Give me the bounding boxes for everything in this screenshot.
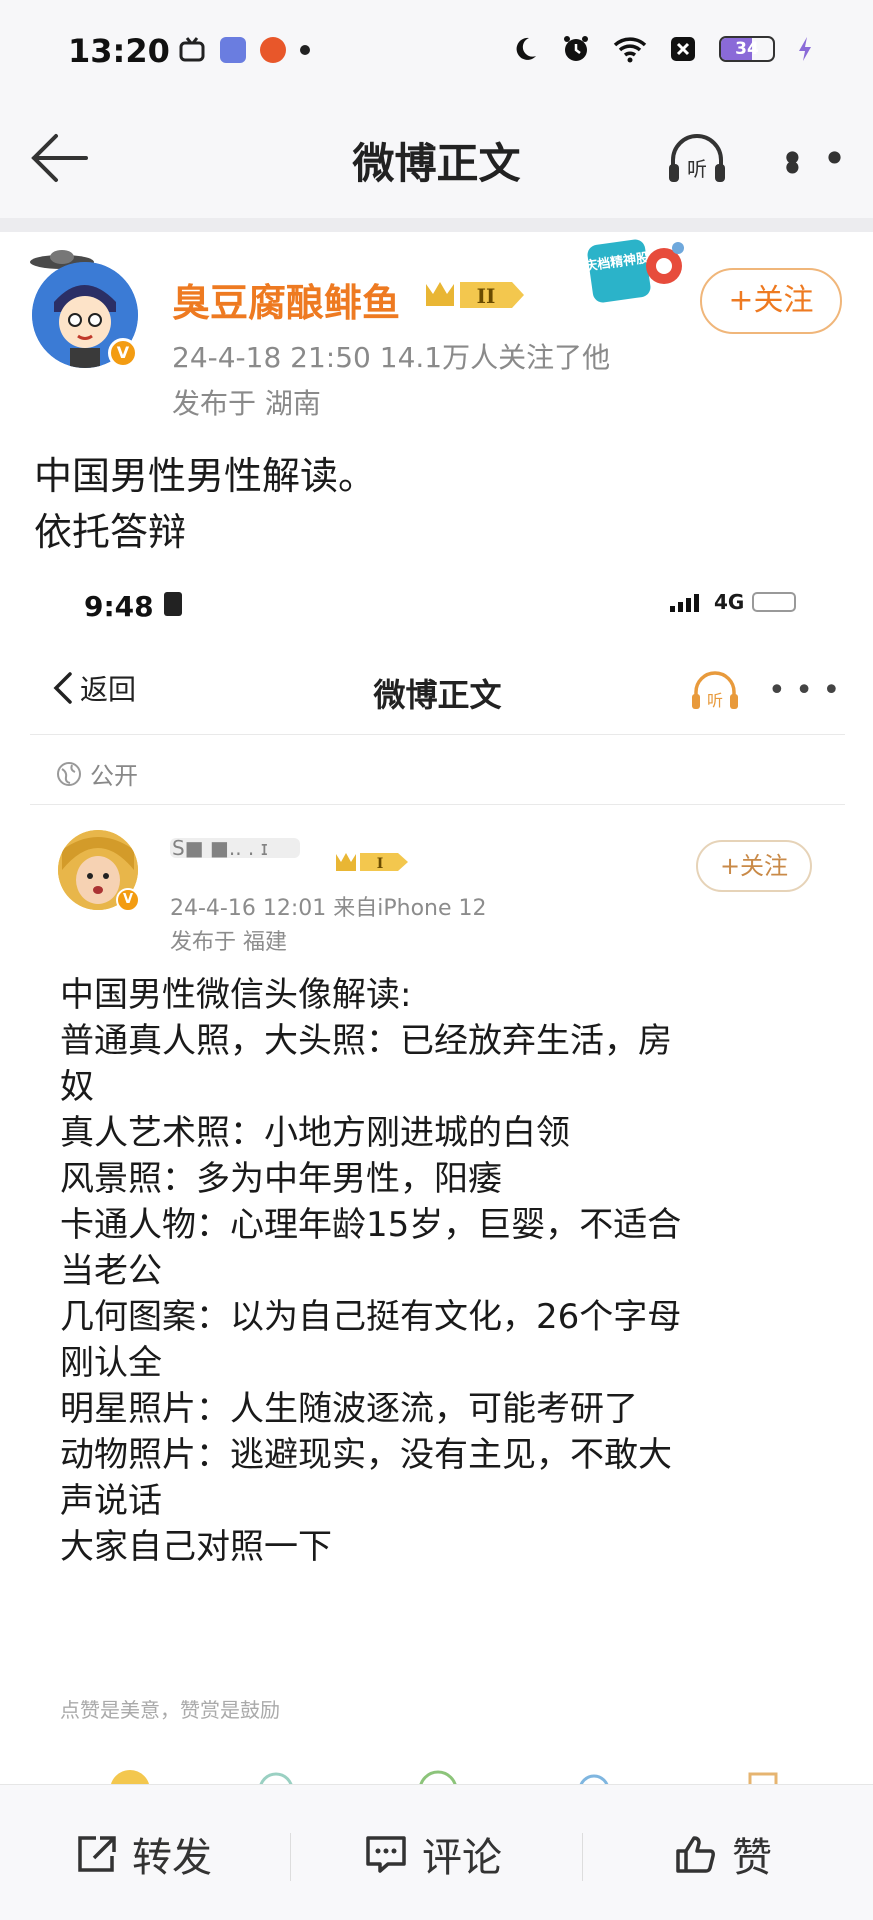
top-nav: 微博正文 听 • • • <box>0 100 873 218</box>
embedded-battery-icon <box>752 592 797 612</box>
body-line: 声说话 <box>60 1481 162 1521</box>
sim-icon <box>164 592 182 616</box>
like-label: 赞 <box>732 1835 772 1881</box>
notification-icons <box>178 36 310 64</box>
battery-level: 34 <box>735 39 759 59</box>
status-time: 13:20 <box>68 32 170 70</box>
network-type: 4G <box>714 590 745 614</box>
embedded-listen-icon[interactable]: 听 <box>690 668 740 714</box>
body-line: 奴 <box>60 1067 94 1107</box>
member-crown-icon[interactable]: II <box>424 278 526 312</box>
divider <box>0 218 873 232</box>
blurred-author-text: S■ ■.. . ɪ <box>172 836 268 860</box>
sticker-app-icon <box>220 37 246 63</box>
body-line: 卡通人物：心理年龄15岁，巨婴，不适合 <box>60 1205 682 1245</box>
repost-button[interactable]: 转发 <box>74 1825 212 1883</box>
body-line: 动物照片：逃避现实，没有主见，不敢大 <box>60 1435 672 1475</box>
globe-icon <box>57 761 81 786</box>
embedded-post-meta: 24-4-16 12:01 来自iPhone 12 <box>170 896 487 921</box>
embedded-listen-label: 听 <box>707 691 723 710</box>
action-separator <box>290 1833 291 1881</box>
repost-icon <box>78 1836 116 1872</box>
body-line: 风景照：多为中年男性，阳痿 <box>60 1159 502 1199</box>
embedded-follow-button[interactable]: +关注 <box>696 840 812 892</box>
post-text: 中国男性男性解读。 依托答辩 <box>34 448 376 560</box>
embedded-divider <box>30 734 845 735</box>
comment-icon <box>366 1836 406 1873</box>
embedded-divider <box>30 804 845 805</box>
body-line: 中国男性微信头像解读: <box>60 975 412 1015</box>
comment-label: 评论 <box>422 1835 502 1881</box>
body-line: 当老公 <box>60 1251 162 1291</box>
blurred-author-name[interactable]: S■ ■.. . ɪ <box>170 834 300 860</box>
repost-label: 转发 <box>132 1835 212 1881</box>
embedded-post-body: 中国男性微信头像解读: 普通真人照，大头照：已经放弃生活，房 奴 真人艺术照：小… <box>60 972 820 1570</box>
battery-icon: 34 <box>719 36 775 62</box>
more-options-icon[interactable]: • • • <box>780 138 873 190</box>
action-separator <box>582 1833 583 1881</box>
signal-icon <box>670 594 699 612</box>
verified-badge: V <box>108 338 138 368</box>
visibility-public: 公开 <box>56 756 138 791</box>
body-line: 普通真人照，大头照：已经放弃生活，房 <box>60 1021 672 1061</box>
charging-icon <box>799 37 811 61</box>
alarm-icon <box>564 36 588 61</box>
weibo-post-page: 13:20 34 微博正文 听 • • • V 臭豆腐酿鲱鱼 II 24-4-1… <box>0 0 873 1920</box>
national-day-sticker-icon: 国庆档精神股东 <box>586 239 684 303</box>
post-text-line: 中国男性男性解读。 <box>34 454 377 498</box>
listen-icon[interactable]: 听 <box>665 130 729 188</box>
moon-icon <box>516 37 536 60</box>
post-text-line: 依托答辩 <box>34 510 187 554</box>
dot-icon <box>300 45 310 55</box>
comment-button[interactable]: 评论 <box>364 1825 502 1883</box>
post-meta: 24-4-18 21:50 14.1万人关注了他 <box>172 341 611 374</box>
page-title: 微博正文 <box>352 139 521 188</box>
tv-app-icon <box>179 37 205 62</box>
embedded-screenshot[interactable]: 9:48 4G 返回 微博正文 听 • • • 公开 V S■ ■.. . ɪ … <box>30 560 845 1790</box>
post-location: 发布于 湖南 <box>172 387 321 420</box>
embedded-status-right: 4G <box>670 590 797 614</box>
status-right-icons: 34 <box>511 34 813 64</box>
body-line: 几何图案：以为自己挺有文化，26个字母 <box>60 1297 682 1337</box>
embedded-crown-icon: I <box>336 853 408 872</box>
embedded-level-badge: I <box>377 856 384 872</box>
status-bar: 13:20 34 <box>0 0 873 100</box>
thumbs-up-icon <box>676 1836 715 1873</box>
bottom-action-bar: 转发 评论 赞 <box>0 1784 873 1920</box>
body-line: 刚认全 <box>60 1343 162 1383</box>
body-line: 真人艺术照：小地方刚进城的白领 <box>60 1113 570 1153</box>
follow-button[interactable]: +关注 <box>700 268 842 334</box>
reward-hint: 点赞是美意，赞赏是鼓励 <box>60 1698 280 1722</box>
visibility-label: 公开 <box>90 762 138 790</box>
listen-label: 听 <box>687 157 707 181</box>
embedded-more-icon[interactable]: • • • <box>768 676 840 706</box>
body-line: 明星照片：人生随波逐流，可能考研了 <box>60 1389 638 1429</box>
author-name[interactable]: 臭豆腐酿鲱鱼 <box>172 272 400 327</box>
level-badge: II <box>477 284 496 308</box>
no-sim-icon <box>671 37 695 61</box>
embedded-status-time: 9:48 <box>84 590 154 623</box>
body-line: 大家自己对照一下 <box>60 1527 332 1567</box>
embedded-post-location: 发布于 福建 <box>170 930 287 955</box>
pumpkin-app-icon <box>260 37 286 63</box>
embedded-verified-badge: V <box>116 888 140 912</box>
like-button[interactable]: 赞 <box>674 1825 772 1883</box>
wifi-icon <box>613 37 647 63</box>
